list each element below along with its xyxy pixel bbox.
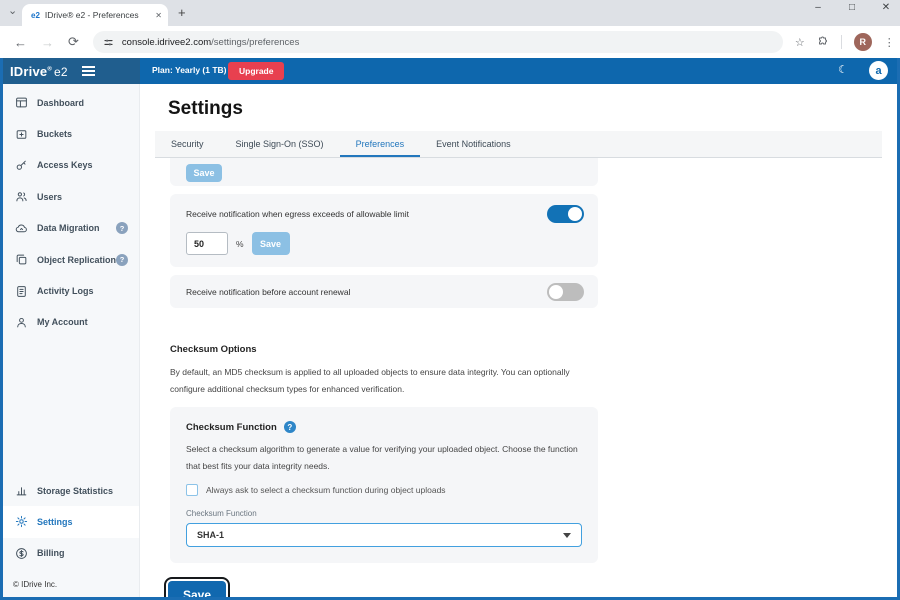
sidebar-item-label: My Account	[37, 317, 88, 327]
settings-tabbar: Security Single Sign-On (SSO) Preference…	[155, 131, 882, 158]
egress-toggle[interactable]	[547, 205, 584, 223]
idrive-e2-logo[interactable]: IDrive®e2	[10, 64, 68, 79]
reload-icon[interactable]: ⟳	[68, 34, 79, 50]
main-content: Settings Security Single Sign-On (SSO) P…	[140, 84, 897, 597]
bookmark-star-icon[interactable]: ☆	[795, 36, 805, 49]
billing-dollar-icon	[15, 547, 28, 560]
browser-toolbar: ← → ⟳ console.idrivee2.com/settings/pref…	[0, 26, 900, 58]
users-icon	[15, 190, 28, 203]
back-icon[interactable]: ←	[14, 35, 27, 50]
egress-percent-input[interactable]	[186, 232, 228, 255]
egress-notification-label: Receive notification when egress exceeds…	[186, 209, 409, 219]
forward-icon: →	[41, 35, 54, 50]
window-minimize-button[interactable]: –	[812, 2, 824, 13]
tab-search-icon[interactable]: ⌄	[8, 4, 17, 17]
copyright-text: © IDrive Inc.	[13, 580, 57, 589]
window-close-button[interactable]: ✕	[880, 2, 892, 13]
always-ask-checkbox[interactable]	[186, 484, 198, 496]
sidebar-item-billing[interactable]: Billing	[3, 538, 139, 569]
tab-preferences[interactable]: Preferences	[340, 131, 421, 157]
bucket-icon	[15, 128, 28, 141]
sidebar-item-activity-logs[interactable]: Activity Logs	[3, 275, 139, 306]
renewal-toggle[interactable]	[547, 283, 584, 301]
sidebar-item-label: Activity Logs	[37, 286, 94, 296]
hamburger-menu-icon[interactable]	[82, 64, 95, 78]
sidebar-item-label: Users	[37, 192, 62, 202]
dashboard-icon	[15, 96, 28, 109]
checksum-function-card: Checksum Function ? Select a checksum al…	[170, 407, 598, 563]
sidebar-item-storage-statistics[interactable]: Storage Statistics	[3, 475, 139, 506]
sidebar-item-label: Access Keys	[37, 160, 93, 170]
sidebar-item-my-account[interactable]: My Account	[3, 307, 139, 338]
url-bar[interactable]: console.idrivee2.com/settings/preference…	[93, 31, 783, 53]
checksum-options-heading: Checksum Options	[170, 344, 598, 355]
sidebar-item-data-migration[interactable]: Data Migration ?	[3, 213, 139, 244]
window-maximize-button[interactable]: □	[846, 2, 858, 13]
egress-notification-card: Receive notification when egress exceeds…	[170, 194, 598, 267]
save-button-top[interactable]: Save	[186, 164, 222, 182]
tab-close-icon[interactable]: ✕	[155, 11, 162, 20]
sidebar-item-settings[interactable]: Settings	[3, 506, 139, 537]
save-button-egress[interactable]: Save	[252, 232, 290, 255]
sidebar-item-dashboard[interactable]: Dashboard	[3, 87, 139, 118]
bar-chart-icon	[15, 484, 28, 497]
sidebar-item-object-replication[interactable]: Object Replication ?	[3, 244, 139, 275]
url-text: console.idrivee2.com/settings/preference…	[122, 37, 299, 48]
checksum-options-description: By default, an MD5 checksum is applied t…	[170, 364, 598, 397]
site-settings-icon[interactable]	[103, 37, 114, 48]
tab-single-sign-on[interactable]: Single Sign-On (SSO)	[220, 131, 340, 157]
sidebar-item-access-keys[interactable]: Access Keys	[3, 150, 139, 181]
renewal-notification-card: Receive notification before account rene…	[170, 275, 598, 308]
site-favicon: e2	[31, 11, 40, 20]
replication-copy-icon	[15, 253, 28, 266]
sidebar-item-label: Settings	[37, 517, 73, 527]
tab-event-notifications[interactable]: Event Notifications	[420, 131, 527, 157]
save-button-main[interactable]: Save	[168, 581, 226, 597]
browser-menu-icon[interactable]: ⋮	[884, 36, 895, 49]
browser-tab[interactable]: e2 IDrive® e2 - Preferences ✕	[22, 4, 168, 26]
plan-label: Plan: Yearly (1 TB)	[152, 65, 226, 75]
checksum-function-heading: Checksum Function	[186, 422, 277, 433]
gear-icon	[15, 515, 28, 528]
tab-title: IDrive® e2 - Preferences	[45, 10, 151, 20]
toolbar-divider	[841, 35, 842, 49]
sidebar-item-label: Data Migration	[37, 223, 100, 233]
checksum-select-label: Checksum Function	[186, 509, 582, 518]
sidebar-item-label: Billing	[37, 548, 65, 558]
checksum-function-select[interactable]: SHA-1	[186, 523, 582, 547]
upgrade-button[interactable]: Upgrade	[228, 62, 284, 80]
key-icon	[15, 159, 28, 172]
cloud-migration-icon	[15, 222, 28, 235]
sidebar: Dashboard Buckets Access Keys Users Data…	[3, 84, 140, 597]
sidebar-item-users[interactable]: Users	[3, 181, 139, 212]
help-icon[interactable]: ?	[116, 254, 128, 266]
renewal-notification-label: Receive notification before account rene…	[186, 287, 350, 297]
page-title: Settings	[168, 98, 897, 120]
tab-security[interactable]: Security	[155, 131, 220, 157]
clipped-card: Save	[170, 158, 598, 186]
dark-mode-moon-icon[interactable]: ☾	[838, 63, 848, 76]
sidebar-item-buckets[interactable]: Buckets	[3, 118, 139, 149]
new-tab-button[interactable]: +	[178, 5, 186, 20]
extensions-icon[interactable]	[817, 36, 829, 48]
sidebar-item-label: Dashboard	[37, 98, 84, 108]
person-icon	[15, 316, 28, 329]
sidebar-item-label: Buckets	[37, 129, 72, 139]
percent-unit-label: %	[236, 239, 244, 249]
browser-tabstrip: ⌄ e2 IDrive® e2 - Preferences ✕ + – □ ✕	[0, 0, 900, 26]
account-avatar[interactable]: a	[869, 61, 888, 80]
window-frame-left	[0, 58, 3, 600]
info-icon[interactable]: ?	[284, 421, 296, 433]
document-log-icon	[15, 285, 28, 298]
always-ask-label: Always ask to select a checksum function…	[206, 485, 446, 495]
browser-profile-avatar[interactable]: R	[854, 33, 872, 51]
app-header: IDrive®e2 Plan: Yearly (1 TB) Upgrade ☾ …	[0, 58, 900, 84]
checksum-function-description: Select a checksum algorithm to generate …	[186, 441, 582, 474]
checksum-select-value: SHA-1	[197, 530, 224, 540]
help-icon[interactable]: ?	[116, 222, 128, 234]
sidebar-item-label: Object Replication	[37, 255, 116, 265]
sidebar-item-label: Storage Statistics	[37, 486, 113, 496]
chevron-down-icon	[563, 533, 571, 538]
